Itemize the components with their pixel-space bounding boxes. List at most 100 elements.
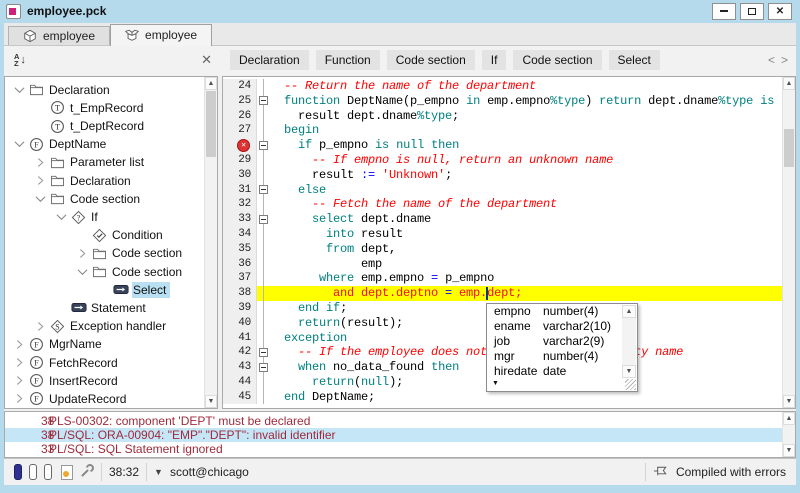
code-text[interactable]: from dept,: [270, 241, 782, 256]
scroll-up-icon[interactable]: ▲: [622, 305, 636, 318]
tab-employee[interactable]: employee: [110, 24, 212, 46]
tree-item-insertrecord[interactable]: FInsertRecord: [5, 372, 217, 390]
tree-item-t_emprecord[interactable]: Tt_EmpRecord: [5, 99, 217, 117]
code-text[interactable]: select dept.dname: [270, 212, 782, 227]
tree-item-mgrname[interactable]: FMgrName: [5, 335, 217, 353]
tree-item-parameter-list[interactable]: Parameter list: [5, 153, 217, 171]
code-text[interactable]: -- Fetch the name of the department: [270, 197, 782, 212]
chevron-collapsed-icon[interactable]: [32, 321, 49, 332]
editor-scrollbar[interactable]: ▲ ▼: [782, 77, 795, 408]
function-icon: F: [28, 373, 45, 388]
crumb-code-section[interactable]: Code section: [387, 50, 475, 70]
error-row[interactable]: 38PL/SQL: ORA-00904: "EMP"."DEPT": inval…: [5, 428, 795, 442]
completion-item-empno[interactable]: empnonumber(4): [487, 304, 637, 319]
code-text[interactable]: and dept.deptno = emp.dept;: [270, 286, 782, 301]
code-text[interactable]: into result: [270, 227, 782, 242]
tab-employee[interactable]: employee: [8, 26, 110, 45]
code-text[interactable]: result dept.dname%type;: [270, 108, 782, 123]
crumb-code-section[interactable]: Code section: [513, 50, 601, 70]
window-state-icon[interactable]: [44, 464, 52, 480]
chevron-collapsed-icon[interactable]: [74, 248, 91, 259]
fold-collapse-icon[interactable]: [259, 348, 268, 357]
tree-item-if[interactable]: ?If: [5, 208, 217, 226]
chevron-expanded-icon[interactable]: [11, 86, 28, 94]
scroll-down-icon[interactable]: ▼: [783, 395, 795, 408]
chevron-expanded-icon[interactable]: [53, 213, 70, 221]
fold-collapse-icon[interactable]: [259, 215, 268, 224]
maximize-button[interactable]: [740, 3, 764, 20]
tree-item-exception-handler[interactable]: SException handler: [5, 317, 217, 335]
scroll-down-icon[interactable]: ▼: [783, 444, 795, 457]
scroll-down-icon[interactable]: ▼: [205, 395, 217, 408]
tree-item-code-section[interactable]: Code section: [5, 190, 217, 208]
popup-resize-grip[interactable]: [625, 379, 636, 390]
nav-forward-icon[interactable]: >: [781, 53, 788, 67]
chevron-expanded-icon[interactable]: [32, 195, 49, 203]
completion-item-mgr[interactable]: mgrnumber(4): [487, 349, 637, 364]
chevron-collapsed-icon[interactable]: [11, 339, 28, 350]
chevron-collapsed-icon[interactable]: [32, 157, 49, 168]
scroll-up-icon[interactable]: ▲: [205, 77, 217, 90]
tree-item-select[interactable]: Select: [5, 281, 217, 299]
popup-more-strip: ▼: [488, 378, 622, 390]
more-below-icon[interactable]: ▼: [492, 380, 499, 387]
sort-az-icon[interactable]: AZ↓: [14, 53, 26, 67]
tree-item-deptname[interactable]: FDeptName: [5, 135, 217, 153]
tree-item-updaterecord[interactable]: FUpdateRecord: [5, 390, 217, 408]
close-panel-icon[interactable]: ✕: [201, 52, 212, 68]
tree-item-statement[interactable]: Statement: [5, 299, 217, 317]
tree-item-declaration[interactable]: Declaration: [5, 172, 217, 190]
completion-item-ename[interactable]: enamevarchar2(10): [487, 319, 637, 334]
connection-dropdown-icon[interactable]: ▼: [154, 467, 163, 477]
code-text[interactable]: if p_empno is null then: [270, 138, 782, 153]
code-text[interactable]: result := 'Unknown';: [270, 167, 782, 182]
tree-item-declaration[interactable]: Declaration: [5, 81, 217, 99]
crumb-if[interactable]: If: [482, 50, 507, 70]
fold-collapse-icon[interactable]: [259, 185, 268, 194]
code-text[interactable]: emp: [270, 256, 782, 271]
tree-item-t_deptrecord[interactable]: Tt_DeptRecord: [5, 117, 217, 135]
chevron-collapsed-icon[interactable]: [32, 175, 49, 186]
error-row[interactable]: 38PLS-00302: component 'DEPT' must be de…: [5, 414, 795, 428]
crumb-declaration[interactable]: Declaration: [230, 50, 309, 70]
code-text[interactable]: where emp.empno = p_empno: [270, 271, 782, 286]
chevron-collapsed-icon[interactable]: [11, 393, 28, 404]
column-name: empno: [487, 304, 543, 318]
error-row[interactable]: 33PL/SQL: SQL Statement ignored: [5, 442, 795, 456]
fold-collapse-icon[interactable]: [259, 96, 268, 105]
code-text[interactable]: -- If empno is null, return an unknown n…: [270, 153, 782, 168]
chevron-expanded-icon[interactable]: [74, 268, 91, 276]
fold-collapse-icon[interactable]: [259, 363, 268, 372]
chevron-collapsed-icon[interactable]: [11, 375, 28, 386]
scroll-thumb[interactable]: [206, 91, 216, 157]
scroll-thumb[interactable]: [784, 129, 794, 167]
scroll-down-icon[interactable]: ▼: [622, 365, 636, 378]
connection-label[interactable]: scott@chicago: [170, 465, 249, 479]
nav-back-icon[interactable]: <: [768, 53, 775, 67]
close-button[interactable]: ✕: [768, 3, 792, 20]
code-text[interactable]: else: [270, 182, 782, 197]
code-editor[interactable]: 24 -- Return the name of the department2…: [222, 76, 796, 409]
tree-item-code-section[interactable]: Code section: [5, 263, 217, 281]
popup-scrollbar[interactable]: ▲ ▼: [622, 305, 636, 378]
completion-item-job[interactable]: jobvarchar2(9): [487, 334, 637, 349]
tree-scrollbar[interactable]: ▲ ▼: [204, 77, 217, 408]
fold-collapse-icon[interactable]: [259, 141, 268, 150]
errors-scrollbar[interactable]: ▲ ▼: [782, 412, 795, 457]
code-text[interactable]: function DeptName(p_empno in emp.empno%t…: [270, 93, 782, 108]
code-text[interactable]: begin: [270, 123, 782, 138]
tree-item-fetchrecord[interactable]: FFetchRecord: [5, 353, 217, 371]
code-text[interactable]: -- Return the name of the department: [270, 79, 782, 94]
chevron-collapsed-icon[interactable]: [11, 357, 28, 368]
chevron-expanded-icon[interactable]: [11, 140, 28, 148]
window-state-icon[interactable]: [29, 464, 37, 480]
scroll-up-icon[interactable]: ▲: [783, 77, 795, 90]
window-state-active-icon[interactable]: [14, 464, 22, 480]
minimize-button[interactable]: [712, 3, 736, 20]
crumb-function[interactable]: Function: [316, 50, 380, 70]
completion-item-hiredate[interactable]: hiredatedate: [487, 364, 637, 379]
scroll-up-icon[interactable]: ▲: [783, 412, 795, 425]
tree-item-condition[interactable]: Condition: [5, 226, 217, 244]
crumb-select[interactable]: Select: [609, 50, 660, 70]
tree-item-code-section[interactable]: Code section: [5, 244, 217, 262]
